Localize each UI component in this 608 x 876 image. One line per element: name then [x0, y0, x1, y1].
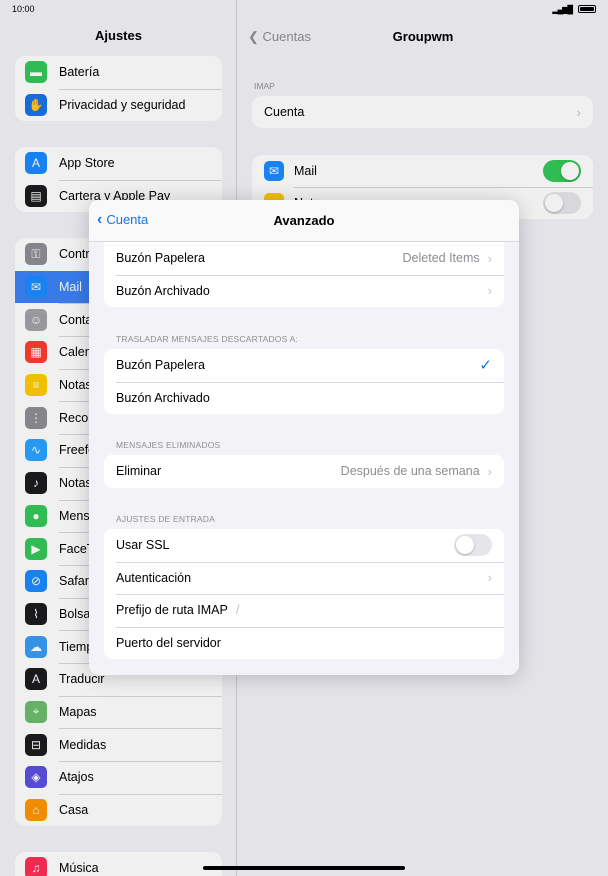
deleted-messages-group: Eliminar Después de una semana › [104, 455, 504, 488]
modal-header: ‹ Cuenta Avanzado [89, 200, 519, 242]
trash-mailbox-row[interactable]: Buzón Papelera Deleted Items › [104, 242, 504, 275]
server-port-label: Puerto del servidor [116, 635, 221, 650]
move-discarded-group: Buzón Papelera ✓ Buzón Archivado [104, 349, 504, 414]
deleted-messages-header: MENSAJES ELIMINADOS [116, 440, 221, 450]
trash-mailbox-label: Buzón Papelera [116, 251, 205, 266]
delete-label: Eliminar [116, 464, 162, 479]
imap-prefix-input[interactable]: / [236, 603, 239, 617]
imap-prefix-label: Prefijo de ruta IMAP [116, 603, 228, 618]
delete-row[interactable]: Eliminar Después de una semana › [104, 455, 504, 488]
chevron-right-icon: › [487, 463, 492, 479]
move-to-archive-row[interactable]: Buzón Archivado [104, 381, 504, 415]
authentication-row[interactable]: Autenticación › [104, 561, 504, 595]
trash-mailbox-value: Deleted Items [402, 251, 480, 266]
server-port-row[interactable]: Puerto del servidor [104, 626, 504, 660]
checkmark-icon: ✓ [479, 357, 492, 375]
use-ssl-row: Usar SSL [104, 529, 504, 562]
incoming-settings-group: Usar SSL Autenticación › Prefijo de ruta… [104, 529, 504, 659]
move-to-archive-label: Buzón Archivado [116, 390, 210, 405]
move-discarded-header: TRASLADAR MENSAJES DESCARTADOS A: [116, 334, 298, 344]
mailbox-group: Buzón Papelera Deleted Items › Buzón Arc… [104, 242, 504, 307]
use-ssl-toggle[interactable] [454, 534, 492, 557]
imap-prefix-row[interactable]: Prefijo de ruta IMAP / [104, 594, 504, 627]
move-to-trash-label: Buzón Papelera [116, 358, 205, 373]
chevron-right-icon: › [487, 283, 492, 299]
move-to-trash-row[interactable]: Buzón Papelera ✓ [104, 349, 504, 382]
advanced-settings-modal: ‹ Cuenta Avanzado Buzón Papelera Deleted… [89, 200, 519, 675]
incoming-settings-header: AJUSTES DE ENTRADA [116, 514, 216, 524]
modal-title: Avanzado [273, 213, 335, 228]
delete-value: Después de una semana [340, 464, 480, 479]
home-indicator[interactable] [203, 866, 405, 870]
chevron-right-icon: › [487, 250, 492, 266]
archive-mailbox-label: Buzón Archivado [116, 283, 210, 298]
use-ssl-label: Usar SSL [116, 538, 170, 553]
chevron-right-icon: › [487, 570, 492, 586]
authentication-label: Autenticación [116, 570, 192, 585]
archive-mailbox-row[interactable]: Buzón Archivado › [104, 274, 504, 308]
